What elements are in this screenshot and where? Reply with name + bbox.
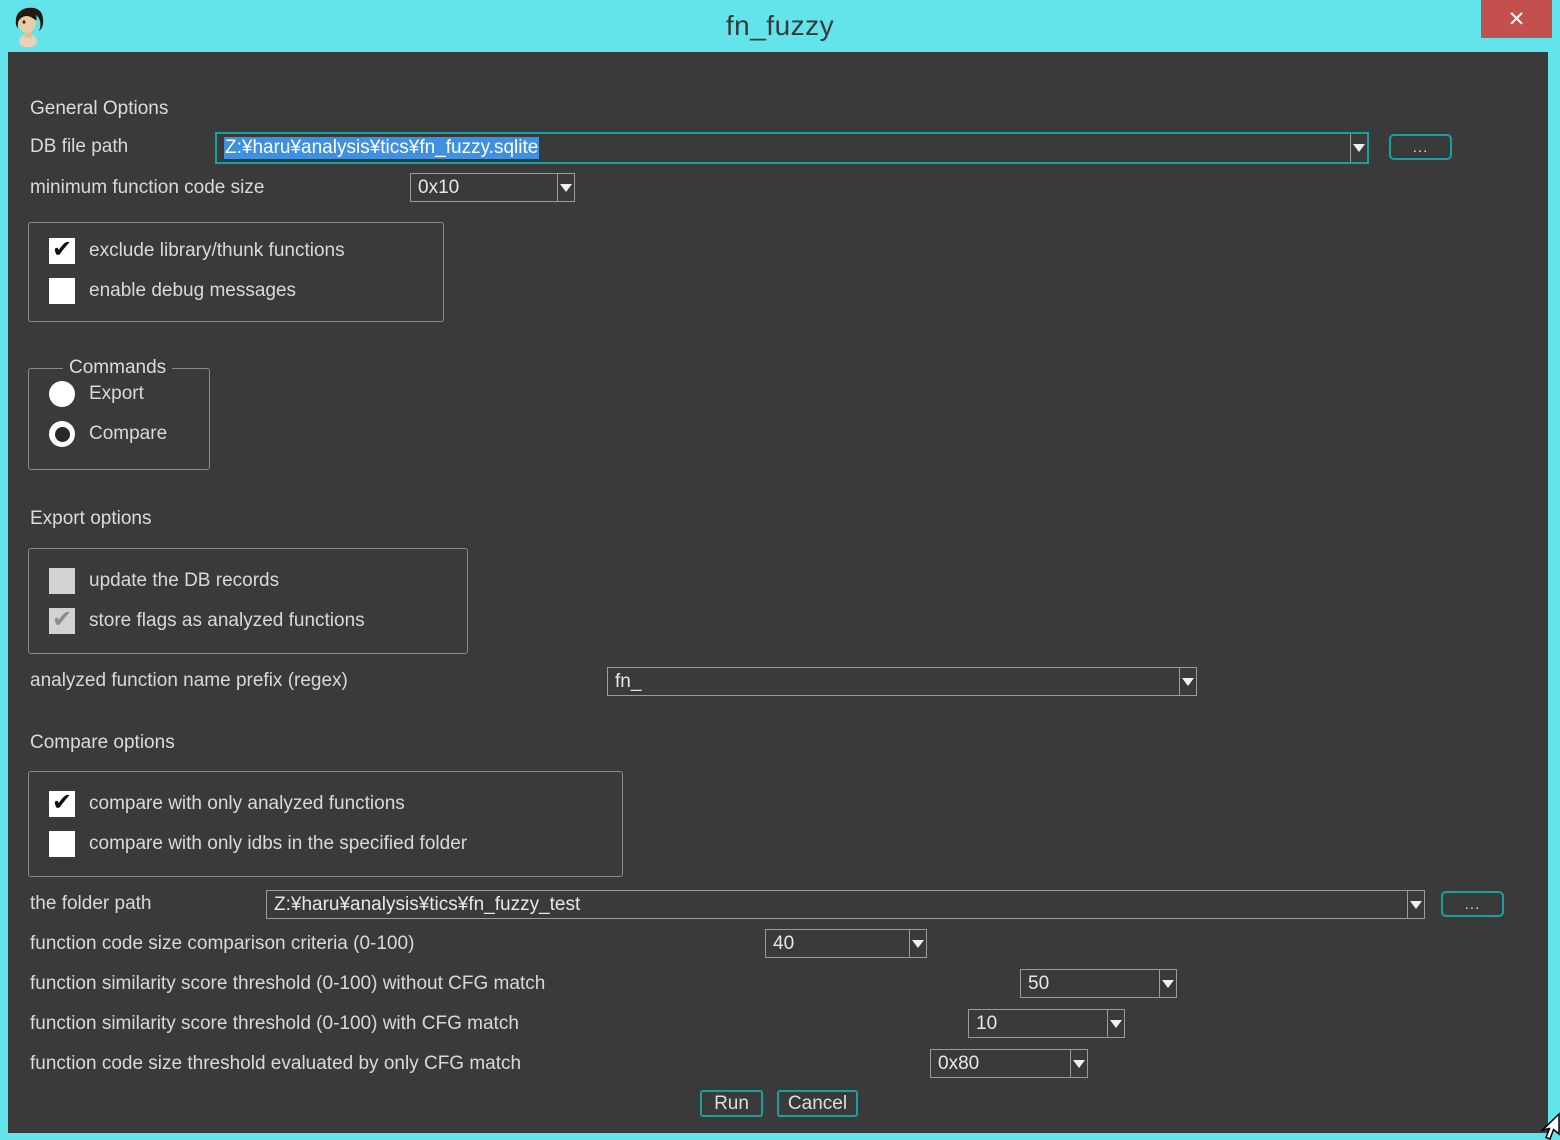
chevron-down-icon xyxy=(912,940,924,948)
chevron-down-icon xyxy=(1182,678,1194,686)
checkbox-row-exclude-library[interactable]: exclude library/thunk functions xyxy=(49,238,345,264)
code-size-criteria-dropdown[interactable] xyxy=(909,930,926,957)
only-analyzed-label: compare with only analyzed functions xyxy=(89,793,405,815)
min-size-dropdown[interactable] xyxy=(557,174,574,201)
cancel-button[interactable]: Cancel xyxy=(777,1090,858,1117)
store-flags-checkbox[interactable] xyxy=(49,608,75,634)
close-button[interactable]: ✕ xyxy=(1481,0,1552,38)
code-size-criteria-value: 40 xyxy=(766,933,909,955)
prefix-dropdown[interactable] xyxy=(1179,668,1196,695)
cfg-only-threshold-label: function code size threshold evaluated b… xyxy=(30,1053,521,1075)
chevron-down-icon xyxy=(560,184,572,192)
cfg-only-threshold-value: 0x80 xyxy=(931,1053,1070,1075)
chevron-down-icon xyxy=(1162,980,1174,988)
export-radio[interactable] xyxy=(49,381,75,407)
prefix-value: fn_ xyxy=(608,671,1179,693)
similarity-with-cfg-combo[interactable]: 10 xyxy=(968,1009,1125,1038)
folder-path-dropdown[interactable] xyxy=(1407,891,1424,918)
only-analyzed-checkbox[interactable] xyxy=(49,791,75,817)
export-radio-label: Export xyxy=(89,383,144,405)
close-icon: ✕ xyxy=(1508,7,1526,32)
similarity-without-cfg-value: 50 xyxy=(1021,973,1159,995)
update-db-checkbox[interactable] xyxy=(49,568,75,594)
only-idbs-label: compare with only idbs in the specified … xyxy=(89,833,467,855)
commands-group: Commands Export Compare xyxy=(28,368,210,470)
update-db-label: update the DB records xyxy=(89,570,279,592)
debug-messages-label: enable debug messages xyxy=(89,280,296,302)
debug-messages-checkbox[interactable] xyxy=(49,278,75,304)
titlebar: fn_fuzzy ✕ xyxy=(0,0,1560,52)
checkbox-row-debug-messages[interactable]: enable debug messages xyxy=(49,278,296,304)
checkbox-row-update-db[interactable]: update the DB records xyxy=(49,568,279,594)
run-button[interactable]: Run xyxy=(700,1090,763,1117)
db-path-browse-button[interactable]: ... xyxy=(1389,134,1452,160)
similarity-with-cfg-dropdown[interactable] xyxy=(1107,1010,1124,1037)
cfg-only-threshold-dropdown[interactable] xyxy=(1070,1050,1087,1077)
checkbox-row-only-analyzed[interactable]: compare with only analyzed functions xyxy=(49,791,405,817)
dialog-body: General Options DB file path Z:¥haru¥ana… xyxy=(8,52,1548,1133)
general-checkbox-group: exclude library/thunk functions enable d… xyxy=(28,222,444,322)
export-options-heading: Export options xyxy=(30,508,151,530)
db-file-path-label: DB file path xyxy=(30,136,128,158)
commands-legend: Commands xyxy=(63,357,172,379)
db-file-path-combo[interactable]: Z:¥haru¥analysis¥tics¥fn_fuzzy.sqlite xyxy=(216,133,1368,163)
compare-checkbox-group: compare with only analyzed functions com… xyxy=(28,771,623,877)
folder-path-label: the folder path xyxy=(30,893,151,915)
chevron-down-icon xyxy=(1110,1020,1122,1028)
min-size-combo[interactable]: 0x10 xyxy=(410,173,575,202)
cfg-only-threshold-combo[interactable]: 0x80 xyxy=(930,1049,1088,1078)
chevron-down-icon xyxy=(1353,144,1365,152)
chevron-down-icon xyxy=(1073,1060,1085,1068)
checkbox-row-only-idbs[interactable]: compare with only idbs in the specified … xyxy=(49,831,467,857)
db-file-path-value: Z:¥haru¥analysis¥tics¥fn_fuzzy.sqlite xyxy=(217,137,1350,159)
min-size-value: 0x10 xyxy=(411,177,557,199)
prefix-label: analyzed function name prefix (regex) xyxy=(30,670,348,692)
folder-path-combo[interactable]: Z:¥haru¥analysis¥tics¥fn_fuzzy_test xyxy=(266,890,1425,919)
compare-radio-label: Compare xyxy=(89,423,167,445)
exclude-library-checkbox[interactable] xyxy=(49,238,75,264)
window-title: fn_fuzzy xyxy=(0,10,1560,42)
similarity-with-cfg-label: function similarity score threshold (0-1… xyxy=(30,1013,519,1035)
exclude-library-label: exclude library/thunk functions xyxy=(89,240,345,262)
similarity-without-cfg-combo[interactable]: 50 xyxy=(1020,969,1177,998)
store-flags-label: store flags as analyzed functions xyxy=(89,610,365,632)
only-idbs-checkbox[interactable] xyxy=(49,831,75,857)
code-size-criteria-label: function code size comparison criteria (… xyxy=(30,933,414,955)
radio-row-export[interactable]: Export xyxy=(49,381,144,407)
mouse-cursor xyxy=(1537,1112,1560,1140)
min-size-label: minimum function code size xyxy=(30,177,264,199)
checkbox-row-store-flags[interactable]: store flags as analyzed functions xyxy=(49,608,365,634)
folder-path-value: Z:¥haru¥analysis¥tics¥fn_fuzzy_test xyxy=(267,894,1407,916)
compare-options-heading: Compare options xyxy=(30,732,175,754)
code-size-criteria-combo[interactable]: 40 xyxy=(765,929,927,958)
general-options-heading: General Options xyxy=(30,98,168,120)
compare-radio[interactable] xyxy=(49,421,75,447)
similarity-with-cfg-value: 10 xyxy=(969,1013,1107,1035)
similarity-without-cfg-label: function similarity score threshold (0-1… xyxy=(30,973,545,995)
folder-browse-button[interactable]: ... xyxy=(1441,891,1504,917)
radio-row-compare[interactable]: Compare xyxy=(49,421,167,447)
export-checkbox-group: update the DB records store flags as ana… xyxy=(28,548,468,654)
prefix-combo[interactable]: fn_ xyxy=(607,667,1197,696)
db-path-dropdown[interactable] xyxy=(1350,134,1367,162)
similarity-without-cfg-dropdown[interactable] xyxy=(1159,970,1176,997)
chevron-down-icon xyxy=(1410,901,1422,909)
